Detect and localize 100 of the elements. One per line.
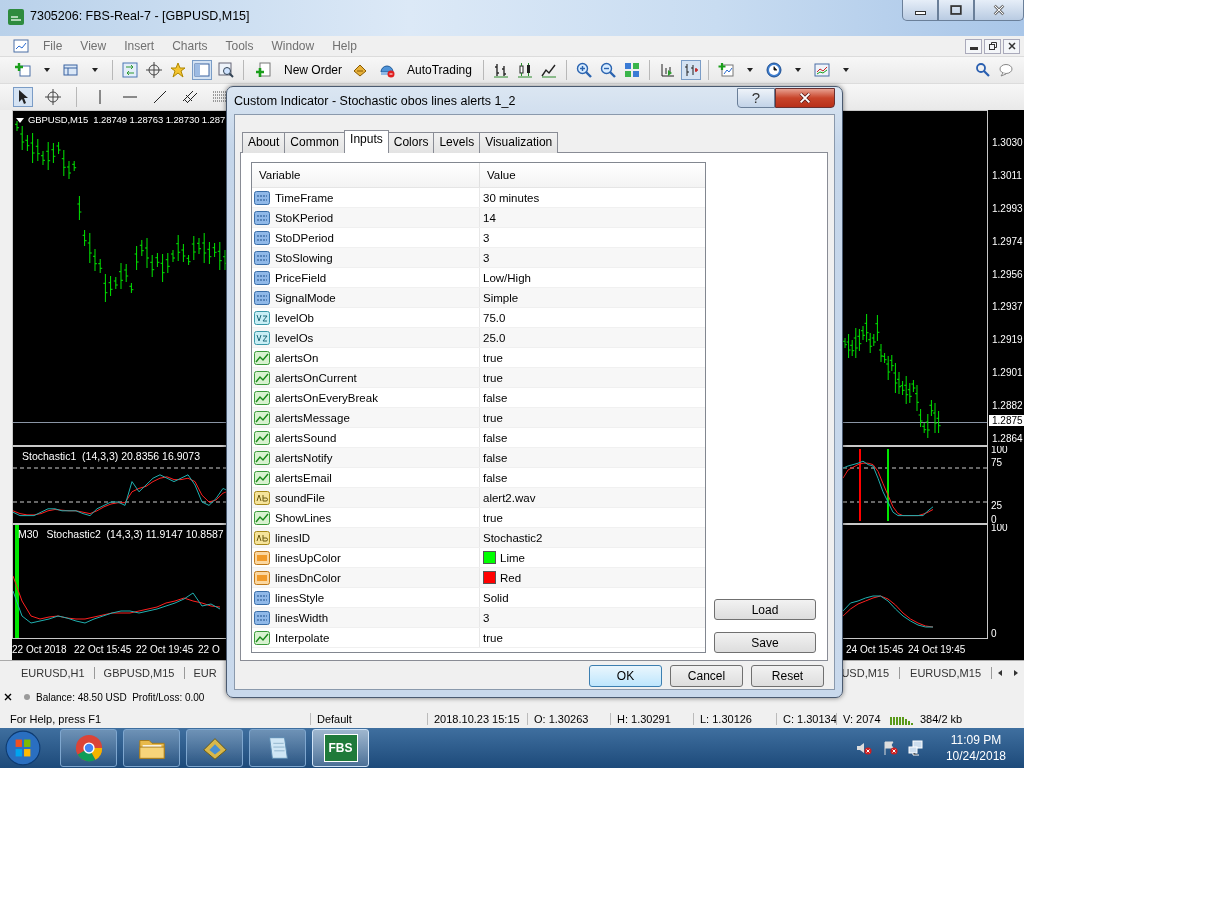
column-header[interactable]: Variable — [252, 163, 480, 187]
dropdown-icon[interactable] — [16, 115, 24, 124]
menu-item[interactable]: View — [71, 39, 116, 53]
variable-value[interactable]: 14 — [483, 211, 496, 224]
integer-type-icon — [254, 610, 270, 625]
tab[interactable]: About — [242, 132, 286, 153]
crosshair-icon[interactable] — [44, 88, 62, 106]
variable-value[interactable]: false — [483, 391, 508, 404]
chart-tab[interactable]: EUR — [184, 666, 226, 679]
variable-value[interactable]: 3 — [483, 251, 490, 264]
variable-value[interactable]: false — [483, 451, 508, 464]
taskbar-clock[interactable]: 11:09 PM 10/24/2018 — [931, 733, 1024, 763]
variable-value[interactable]: true — [483, 351, 503, 364]
toolbar-button[interactable]: New Order — [252, 59, 345, 81]
chart-tab[interactable]: GBPUSD,M15 — [94, 666, 185, 679]
status-text: O: 1.30263 — [527, 713, 610, 725]
menu-item[interactable]: Help — [323, 39, 366, 53]
variable-value[interactable]: false — [483, 431, 508, 444]
minimize-button[interactable] — [902, 0, 938, 21]
tab[interactable]: Common — [284, 132, 346, 153]
boolean-type-icon — [254, 410, 270, 425]
tab[interactable]: Visualization — [479, 132, 559, 153]
menu-item[interactable]: Insert — [115, 39, 164, 53]
exchange-icon[interactable] — [121, 61, 139, 79]
grid-icon[interactable] — [622, 61, 641, 79]
search-icon[interactable] — [974, 61, 992, 79]
variable-value[interactable]: 3 — [483, 611, 490, 624]
autoscroll-icon[interactable] — [681, 61, 700, 79]
panel-icon[interactable] — [193, 61, 211, 79]
variable-value[interactable]: Red — [500, 571, 522, 584]
add-indicator-icon[interactable] — [716, 61, 735, 79]
network-icon[interactable] — [907, 740, 924, 756]
variable-value[interactable]: true — [483, 631, 503, 644]
crosshair-icon[interactable] — [145, 61, 163, 79]
variable-value[interactable]: 30 minutes — [483, 191, 540, 204]
menu-item[interactable]: Charts — [163, 39, 217, 53]
taskbar-button[interactable] — [186, 729, 243, 767]
menu-item[interactable]: Window — [262, 39, 324, 53]
taskbar-button[interactable] — [60, 729, 117, 767]
minimize-button[interactable] — [965, 38, 982, 54]
close-button[interactable] — [1003, 38, 1020, 54]
close-icon[interactable] — [4, 693, 12, 701]
scroll-right-icon[interactable] — [1012, 668, 1020, 677]
flag-icon[interactable] — [881, 740, 898, 756]
toolbar-button[interactable]: AutoTrading — [375, 59, 475, 81]
clock-icon[interactable] — [764, 61, 783, 79]
chart-tab[interactable]: EURUSD,H1 — [12, 666, 95, 679]
chart-window-icon[interactable] — [12, 37, 30, 55]
trend-line-icon[interactable] — [151, 88, 169, 106]
boolean-type-icon — [254, 430, 270, 445]
variable-value[interactable]: 25.0 — [483, 331, 506, 344]
variable-value[interactable]: false — [483, 471, 508, 484]
windows-icon[interactable] — [62, 61, 80, 79]
dialog-button[interactable]: Load — [714, 599, 816, 620]
dialog-button[interactable]: OK — [589, 665, 662, 687]
star-icon[interactable] — [169, 61, 187, 79]
taskbar-button[interactable] — [249, 729, 306, 767]
taskbar-button[interactable]: FBS — [312, 729, 369, 767]
column-header[interactable]: Value — [480, 163, 516, 187]
variable-value[interactable]: true — [483, 371, 503, 384]
zoom-window-icon[interactable] — [217, 61, 235, 79]
maximize-button[interactable] — [938, 0, 974, 21]
variable-value[interactable]: Stochastic2 — [483, 531, 543, 544]
variable-value[interactable]: Solid — [483, 591, 509, 604]
scroll-left-icon[interactable] — [996, 668, 1004, 677]
candlestick-icon[interactable] — [515, 61, 534, 79]
menu-item[interactable]: File — [34, 39, 72, 53]
variable-value[interactable]: 3 — [483, 231, 490, 244]
zoom-in-icon[interactable] — [574, 61, 593, 79]
variable-value[interactable]: Simple — [483, 291, 519, 304]
boolean-type-icon — [254, 350, 270, 365]
muted-speaker-icon[interactable] — [855, 740, 872, 756]
time-label: 22 Oct 19:45 — [136, 644, 195, 655]
restore-button[interactable] — [984, 38, 1001, 54]
dialog-button[interactable]: Cancel — [670, 665, 743, 687]
channel-icon[interactable] — [181, 88, 199, 106]
status-text: C: 1.30134 — [776, 713, 836, 725]
tab[interactable]: Inputs — [344, 130, 389, 153]
variable-value[interactable]: alert2.wav — [483, 491, 536, 504]
variable-value[interactable]: true — [483, 511, 503, 524]
cursor-icon[interactable] — [14, 88, 32, 106]
tab[interactable]: Colors — [387, 132, 435, 153]
variable-value[interactable]: 75.0 — [483, 311, 506, 324]
template-icon[interactable] — [812, 61, 831, 79]
tab[interactable]: Levels — [433, 132, 481, 153]
variable-value[interactable]: Low/High — [483, 271, 531, 284]
menu-item[interactable]: Tools — [216, 39, 263, 53]
help-button[interactable]: ? — [737, 87, 775, 108]
variable-value[interactable]: true — [483, 411, 503, 424]
close-button[interactable] — [775, 87, 835, 108]
taskbar-button[interactable] — [123, 729, 180, 767]
start-button[interactable] — [4, 729, 42, 767]
variable-value[interactable]: Lime — [500, 551, 525, 564]
bar-chart-icon[interactable] — [491, 61, 510, 79]
add-chart-icon[interactable] — [14, 61, 32, 79]
zoom-out-icon[interactable] — [598, 61, 617, 79]
dialog-button[interactable]: Save — [714, 632, 816, 653]
chat-icon[interactable] — [998, 61, 1016, 79]
chart-tab[interactable]: EURUSD,M15 — [900, 666, 992, 679]
dialog-button[interactable]: Reset — [751, 665, 824, 687]
